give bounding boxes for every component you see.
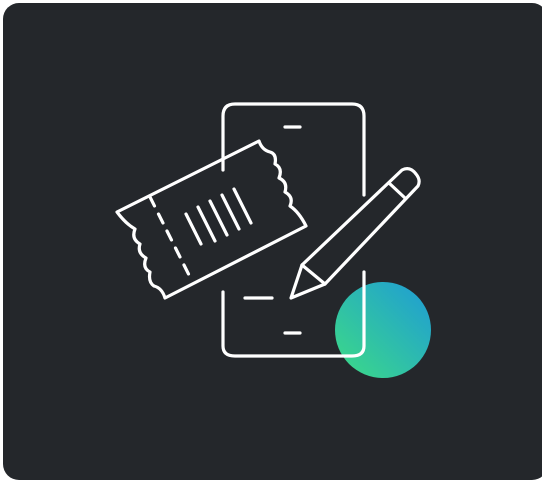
pencil-icon	[289, 167, 421, 300]
gradient-dot	[335, 282, 431, 378]
signing-ticket-illustration	[115, 102, 431, 378]
ticket-icon	[115, 139, 308, 300]
